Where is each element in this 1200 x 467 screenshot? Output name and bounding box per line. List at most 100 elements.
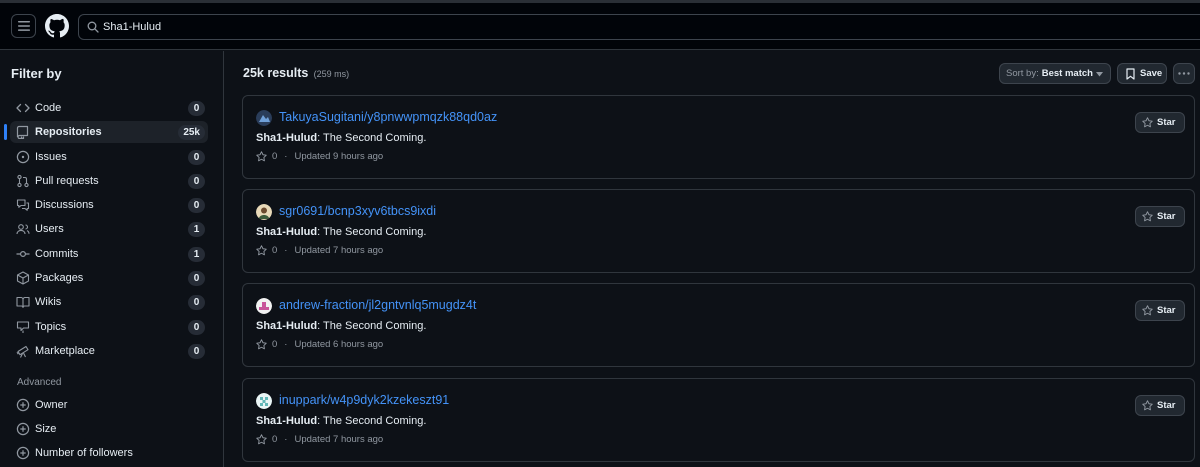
star-count: 0	[272, 151, 278, 162]
avatar[interactable]	[256, 204, 272, 220]
sidebar-item-users[interactable]: Users 1	[10, 218, 208, 240]
result-card: andrew-fraction/jl2gntvnlq5mugdz4t Sha1-…	[242, 283, 1195, 367]
count-badge: 0	[188, 320, 205, 335]
star-count: 0	[272, 245, 278, 256]
advanced-filter-label: Owner	[35, 399, 68, 411]
star-count: 0	[272, 434, 278, 445]
advanced-filter-label: Size	[35, 423, 57, 435]
sidebar-item-marketplace[interactable]: Marketplace 0	[10, 340, 208, 362]
description-text: : The Second Coming.	[317, 226, 427, 238]
package-icon	[16, 271, 30, 285]
sort-dropdown[interactable]: Sort by: Best match	[999, 63, 1111, 84]
sidebar-item-label: Users	[35, 223, 64, 235]
separator-dot: ·	[284, 434, 288, 445]
star-count: 0	[272, 339, 278, 350]
count-badge: 25k	[178, 125, 205, 140]
advanced-heading: Advanced	[17, 377, 62, 388]
repo-description: Sha1-Hulud: The Second Coming.	[256, 226, 426, 238]
star-icon	[256, 245, 267, 256]
repo-link[interactable]: TakuyaSugitani/y8pnwwpmqzk88qd0az	[279, 110, 497, 124]
count-badge: 0	[188, 198, 205, 213]
updated-time: Updated 7 hours ago	[294, 434, 384, 445]
search-icon	[87, 21, 99, 33]
avatar[interactable]	[256, 110, 272, 126]
filter-title: Filter by	[11, 66, 62, 81]
repo-link[interactable]: sgr0691/bcnp3xyv6tbcs9ixdi	[279, 204, 436, 218]
bookmark-icon	[1126, 67, 1135, 80]
hamburger-icon	[17, 21, 30, 31]
highlight-term: Sha1-Hulud	[256, 415, 318, 427]
star-label: Star	[1157, 305, 1176, 316]
sidebar-item-label: Discussions	[35, 199, 94, 211]
kebab-horizontal-icon	[1178, 72, 1190, 75]
sidebar-item-topics[interactable]: Topics 0	[10, 316, 208, 338]
discussion-icon	[16, 199, 30, 211]
repo-link[interactable]: andrew-fraction/jl2gntvnlq5mugdz4t	[279, 298, 476, 312]
commit-icon	[16, 250, 30, 258]
advanced-filter-followers[interactable]: Number of followers	[10, 442, 208, 464]
repo-meta: 0 · Updated 6 hours ago	[256, 339, 383, 350]
star-icon	[1142, 400, 1153, 411]
top-bar: Sha1-Hulud	[0, 0, 1200, 50]
sidebar-item-wikis[interactable]: Wikis 0	[10, 291, 208, 313]
advanced-filter-owner[interactable]: Owner	[10, 394, 208, 416]
save-search-button[interactable]: Save	[1117, 63, 1167, 84]
count-badge: 0	[188, 150, 205, 165]
sidebar-item-code[interactable]: Code 0	[10, 97, 208, 119]
pull-request-icon	[17, 174, 29, 188]
github-logo-icon[interactable]	[45, 14, 69, 38]
star-icon	[256, 339, 267, 350]
star-icon	[1142, 117, 1153, 128]
result-card: inuppark/w4p9dyk2kzekeszt91 Sha1-Hulud: …	[242, 378, 1195, 462]
repo-meta: 0 · Updated 7 hours ago	[256, 434, 383, 445]
count-badge: 0	[188, 174, 205, 189]
repo-description: Sha1-Hulud: The Second Coming.	[256, 320, 426, 332]
separator-dot: ·	[284, 245, 288, 256]
highlight-term: Sha1-Hulud	[256, 132, 318, 144]
advanced-filter-label: Number of followers	[35, 447, 133, 459]
result-card: TakuyaSugitani/y8pnwwpmqzk88qd0az Sha1-H…	[242, 95, 1195, 179]
code-icon	[16, 103, 30, 113]
repo-meta: 0 · Updated 7 hours ago	[256, 245, 383, 256]
advanced-filter-size[interactable]: Size	[10, 418, 208, 440]
star-button[interactable]: Star	[1135, 206, 1185, 227]
sidebar-item-issues[interactable]: Issues 0	[10, 146, 208, 168]
updated-time: Updated 6 hours ago	[294, 339, 384, 350]
filter-sidebar: Filter by Code 0 Repositories 25k Issues…	[0, 51, 224, 467]
search-input[interactable]: Sha1-Hulud	[78, 14, 1200, 40]
sidebar-item-label: Pull requests	[35, 175, 99, 187]
results-header: 25k results (259 ms)	[243, 66, 349, 80]
sidebar-item-pull-requests[interactable]: Pull requests 0	[10, 170, 208, 192]
sidebar-item-packages[interactable]: Packages 0	[10, 267, 208, 289]
star-button[interactable]: Star	[1135, 300, 1185, 321]
updated-time: Updated 9 hours ago	[294, 151, 384, 162]
description-text: : The Second Coming.	[317, 320, 427, 332]
count-badge: 0	[188, 271, 205, 286]
sidebar-item-label: Code	[35, 102, 62, 114]
repo-link[interactable]: inuppark/w4p9dyk2kzekeszt91	[279, 393, 449, 407]
sidebar-item-label: Packages	[35, 272, 84, 284]
star-icon	[1142, 211, 1153, 222]
sidebar-item-label: Topics	[35, 321, 67, 333]
description-text: : The Second Coming.	[317, 132, 427, 144]
sidebar-item-commits[interactable]: Commits 1	[10, 243, 208, 265]
sidebar-item-label: Issues	[35, 151, 67, 163]
avatar[interactable]	[256, 393, 272, 409]
star-button[interactable]: Star	[1135, 395, 1185, 416]
search-query: Sha1-Hulud	[103, 21, 162, 33]
star-button[interactable]: Star	[1135, 112, 1185, 133]
triangle-down-icon	[1096, 72, 1103, 77]
sort-value: Best match	[1041, 68, 1093, 79]
star-label: Star	[1157, 400, 1176, 411]
topic-icon	[16, 321, 30, 333]
avatar[interactable]	[256, 298, 272, 314]
menu-button[interactable]	[11, 14, 36, 38]
sidebar-item-discussions[interactable]: Discussions 0	[10, 194, 208, 216]
repo-description: Sha1-Hulud: The Second Coming.	[256, 132, 426, 144]
count-badge: 1	[188, 247, 205, 262]
results-count: 25k results	[243, 66, 309, 80]
results-time: (259 ms)	[313, 69, 350, 79]
sidebar-item-repositories[interactable]: Repositories 25k	[4, 121, 208, 143]
count-badge: 0	[188, 295, 205, 310]
more-options-button[interactable]	[1173, 63, 1195, 84]
